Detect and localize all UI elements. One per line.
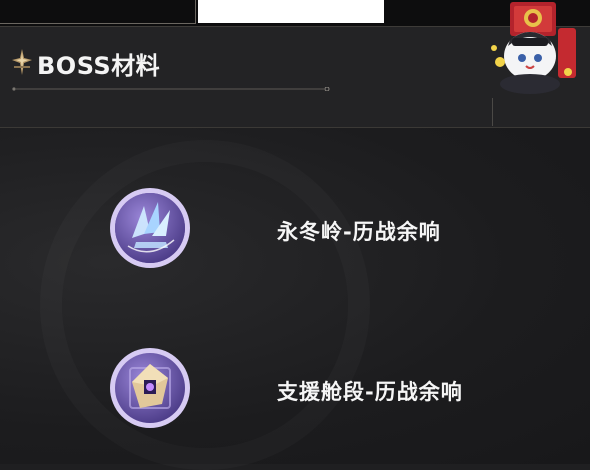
header-vertical-divider [492,98,493,126]
spire-emblem-icon [12,49,32,75]
section-title: BOSS材料 [37,52,161,80]
top-frame-corner [0,0,196,24]
material-item[interactable]: 支援舱段-历战余响 [0,346,590,436]
pom-pom-conductor-mascot [491,2,576,94]
material-name: 永冬岭-历战余响 [277,220,441,244]
violet-crystal-cube-icon [110,348,190,428]
title-underline [12,87,330,91]
material-item[interactable]: 永冬岭-历战余响 [0,186,590,276]
top-blank-panel [198,0,384,23]
material-name: 支援舱段-历战余响 [277,380,463,404]
ice-crystal-shard-icon [110,188,190,268]
